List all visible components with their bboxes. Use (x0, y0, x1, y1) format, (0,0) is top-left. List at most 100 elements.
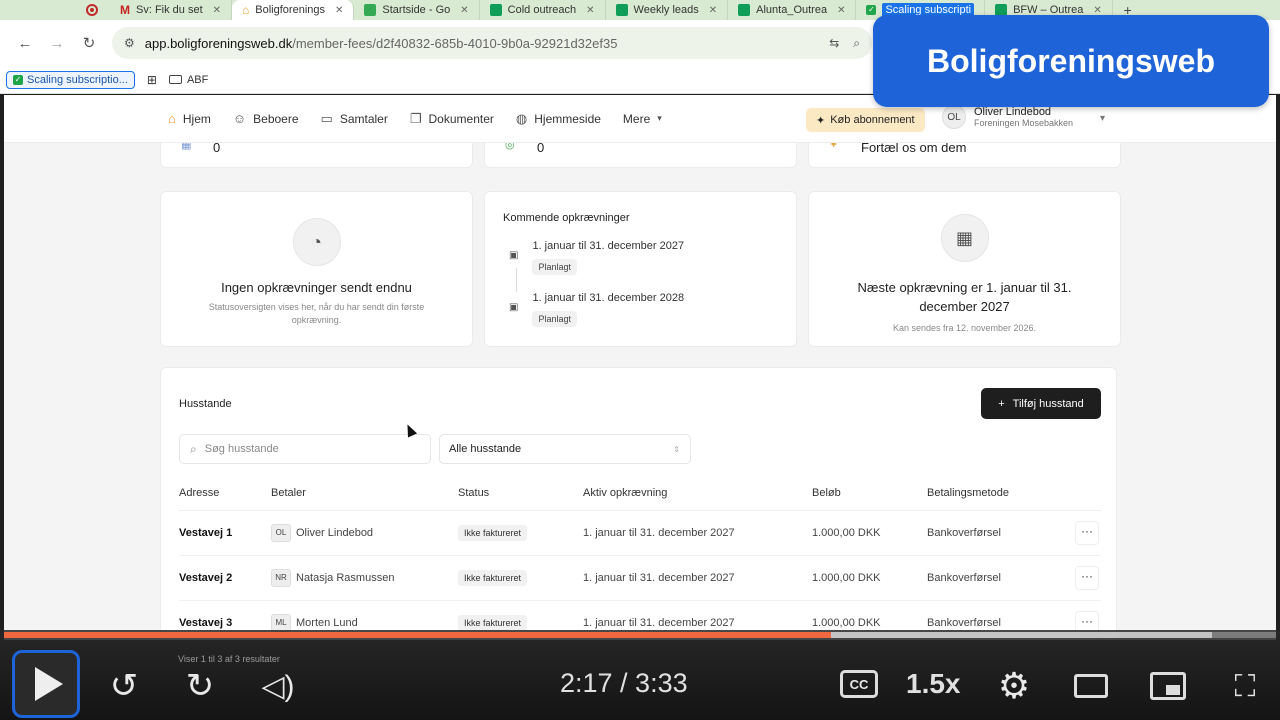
next-charge-card: ▦ Næste opkrævning er 1. januar til 31. … (808, 191, 1121, 347)
nav-label: Samtaler (339, 111, 388, 126)
nav-item-samtaler[interactable]: ▭ Samtaler (321, 111, 388, 127)
close-icon[interactable]: ✕ (586, 5, 594, 16)
add-household-button[interactable]: + Tilføj husstand (981, 388, 1101, 419)
tab-gmail[interactable]: M Sv: Fik du set ✕ (110, 0, 233, 20)
cell-payer: OL Oliver Lindebod (271, 524, 373, 542)
column-header-aktiv-opkraevning[interactable]: Aktiv opkrævning (583, 487, 667, 499)
row-actions-button[interactable]: ··· (1075, 566, 1099, 590)
tab-cold-outreach[interactable]: Cold outreach ✕ (480, 0, 606, 20)
play-button[interactable] (12, 650, 80, 718)
tab-label: Alunta_Outrea (756, 4, 828, 16)
settings-button[interactable]: ⚙ (994, 665, 1034, 706)
sparkle-icon: ✦ (816, 114, 826, 127)
check-icon: ✓ (13, 74, 23, 85)
cell-payment-method: Bankoverførsel (927, 572, 1001, 584)
buy-label: Køb abonnement (830, 114, 915, 126)
globe-icon: ◍ (515, 110, 528, 126)
close-icon[interactable]: ✕ (335, 5, 343, 16)
reload-icon[interactable]: ↻ (76, 34, 102, 52)
nav-label: Hjem (182, 111, 211, 126)
captions-button[interactable]: CC (840, 670, 878, 698)
upcoming-item: ▣ 1. januar til 31. december 2027 Planla… (509, 240, 684, 275)
tab-weekly-leads[interactable]: Weekly leads ✕ (606, 0, 729, 20)
column-header-status[interactable]: Status (458, 487, 489, 499)
upcoming-charges-card: Kommende opkrævninger ▣ 1. januar til 31… (484, 191, 797, 347)
bookmark-label: ABF (186, 73, 209, 86)
volume-button[interactable]: ◁) (256, 666, 300, 706)
payer-initials: OL (271, 524, 291, 542)
fullscreen-button[interactable]: ⛶ (1226, 670, 1264, 704)
table-row[interactable]: Vestavej 1 OL Oliver Lindebod Ikke faktur… (179, 510, 1101, 555)
progress-bar[interactable] (4, 632, 1276, 638)
household-filter-select[interactable]: Alle husstande ⇕ (439, 434, 691, 464)
url-field[interactable]: ⚙ app.boligforeningsweb.dk/member-fees/d… (112, 27, 872, 59)
column-header-betalingsmetode[interactable]: Betalingsmetode (927, 487, 1009, 499)
forward-5-button[interactable]: ↻ (180, 666, 220, 706)
miniplayer-button[interactable] (1150, 672, 1186, 700)
column-header-beloeb[interactable]: Beløb (812, 487, 841, 499)
cell-payer: NR Natasja Rasmussen (271, 569, 394, 587)
site-settings-icon[interactable]: ⚙ (124, 36, 135, 50)
zoom-icon[interactable]: ⌕ (853, 36, 860, 51)
tab-alunta-outreach[interactable]: Alunta_Outrea ✕ (728, 0, 857, 20)
tab-label: Boligforenings (255, 4, 325, 16)
tab-startside[interactable]: Startside - Go ✕ (354, 0, 480, 20)
cell-address: Vestavej 3 (179, 617, 233, 629)
row-actions-button[interactable]: ··· (1075, 521, 1099, 545)
avatar: OL (942, 105, 966, 129)
close-icon[interactable]: ✕ (709, 5, 717, 16)
close-icon[interactable]: ✕ (837, 5, 845, 16)
bookmark-folder-abf[interactable]: ABF (168, 73, 209, 86)
cell-active-charge: 1. januar til 31. december 2027 (583, 617, 735, 629)
gmail-icon: M (120, 3, 130, 17)
households-card: Husstande + Tilføj husstand ⌕ Søg hussta… (160, 367, 1117, 640)
add-household-label: Tilføj husstand (1012, 397, 1084, 410)
chevron-updown-icon: ⇕ (673, 444, 680, 454)
nav-item-hjemmeside[interactable]: ◍ Hjemmeside (516, 111, 601, 127)
forward-icon[interactable]: → (44, 35, 70, 52)
chevron-down-icon[interactable]: ▾ (1100, 113, 1105, 124)
nav-item-beboere[interactable]: ☺ Beboere (233, 111, 299, 126)
tab-boligforeningsweb[interactable]: ⌂ Boligforenings ✕ (232, 0, 355, 20)
column-header-adresse[interactable]: Adresse (179, 487, 219, 499)
cell-status: Ikke faktureret (458, 570, 528, 586)
nav-item-mere[interactable]: Mere ▾ (623, 112, 662, 126)
empty-state-subtitle: Statusoversigten vises her, når du har s… (208, 302, 425, 325)
empty-state-title: Ingen opkrævninger sendt endnu (221, 280, 412, 295)
speed-button[interactable]: 1.5x (906, 668, 961, 700)
column-header-betaler[interactable]: Betaler (271, 487, 306, 499)
next-charge-title: Næste opkrævning er 1. januar til 31. de… (857, 280, 1072, 314)
tab-label: Cold outreach (507, 4, 577, 16)
chat-icon: ▭ (320, 110, 333, 126)
user-menu[interactable]: OL Oliver Lindebod Foreningen Mosebakken (942, 105, 1073, 129)
nav-item-dokumenter[interactable]: ❐ Dokumenter (410, 111, 494, 127)
rewind-5-button[interactable]: ↺ (104, 666, 144, 706)
table-row[interactable]: Vestavej 2 NR Natasja Rasmussen Ikke fakt… (179, 555, 1101, 600)
payer-name: Oliver Lindebod (296, 526, 374, 539)
volume-icon: ◁) (261, 669, 295, 703)
cell-amount: 1.000,00 DKK (812, 617, 881, 629)
status-badge: Ikke faktureret (458, 570, 528, 586)
record-icon[interactable] (86, 4, 98, 16)
user-name: Oliver Lindebod (974, 106, 1052, 118)
back-icon[interactable]: ← (12, 35, 38, 52)
bookmark-scaling-subscriptions[interactable]: ✓ Scaling subscriptio... (6, 70, 135, 89)
translate-icon[interactable]: ⇆ (829, 36, 839, 51)
documents-icon: ❐ (409, 110, 422, 126)
tab-label: Sv: Fik du set (136, 4, 203, 16)
apps-grid-icon[interactable]: ⊞ (147, 73, 157, 87)
nav-label: Mere (622, 111, 651, 126)
sheets-icon (615, 4, 628, 16)
buy-subscription-button[interactable]: ✦ Køb abonnement (806, 108, 925, 132)
close-icon[interactable]: ✕ (460, 5, 468, 16)
nav-item-hjem[interactable]: ⌂ Hjem (168, 111, 211, 126)
household-search-input[interactable]: ⌕ Søg husstande (179, 434, 431, 464)
close-icon[interactable]: ✕ (213, 5, 221, 16)
close-icon[interactable]: ✕ (1093, 5, 1101, 16)
cell-status: Ikke faktureret (458, 615, 528, 631)
check-icon: ✓ (866, 5, 877, 15)
video-player-controls: Viser 1 til 3 af 3 resultater ↺ ↻ ◁) 2:1… (0, 630, 1280, 720)
cell-payment-method: Bankoverførsel (927, 527, 1001, 539)
theater-mode-button[interactable] (1074, 674, 1108, 698)
cell-amount: 1.000,00 DKK (812, 527, 881, 539)
